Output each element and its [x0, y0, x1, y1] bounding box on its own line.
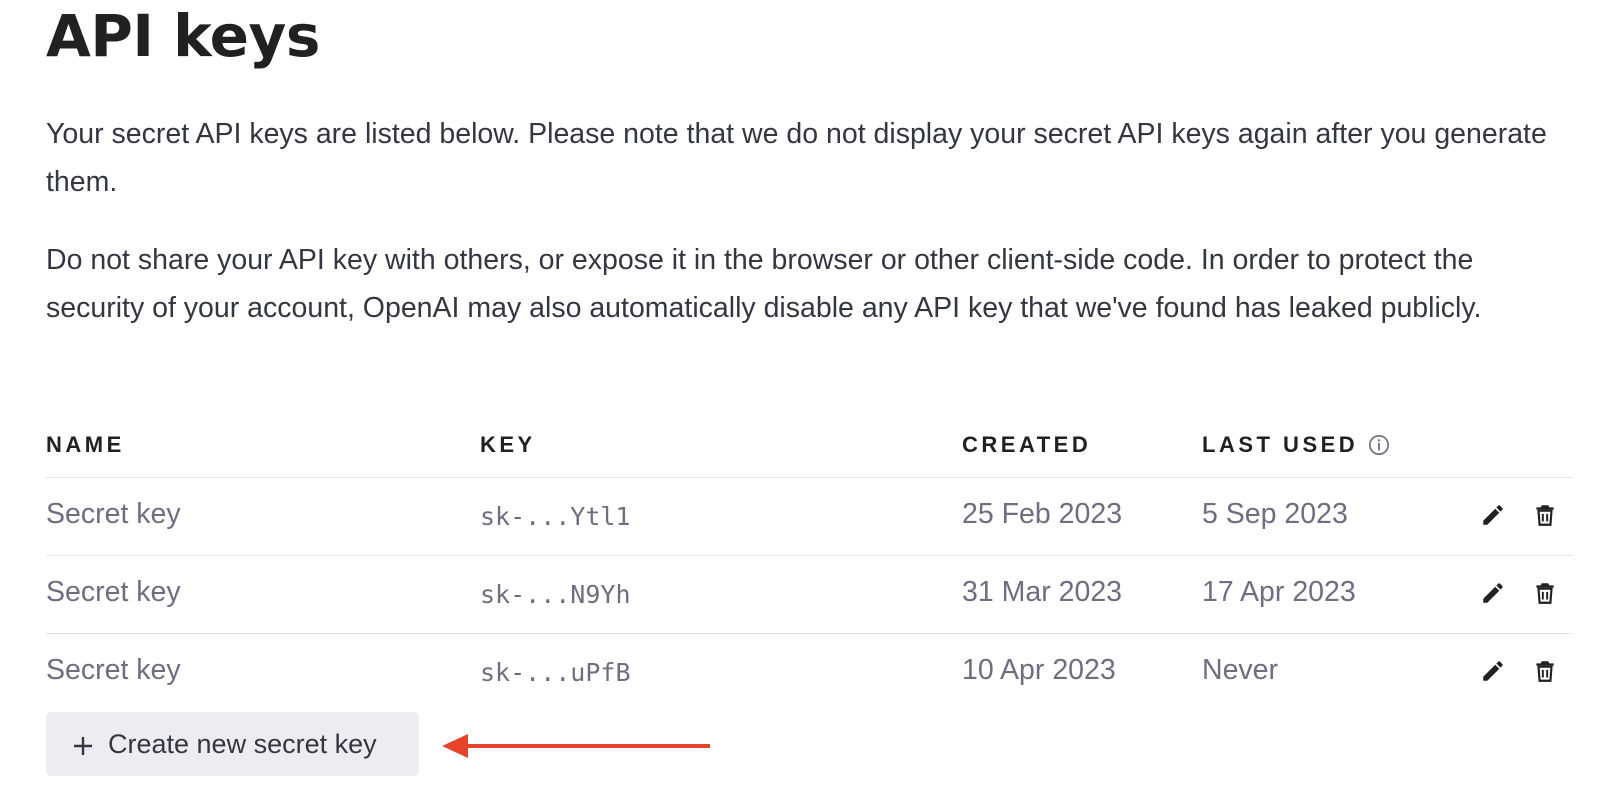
pencil-icon[interactable]: [1480, 502, 1506, 528]
key-value: sk-...N9Yh: [480, 580, 631, 609]
key-name: Secret key: [46, 654, 181, 686]
pencil-icon[interactable]: [1480, 658, 1506, 684]
table-header: NAME KEY CREATED LAST USED: [46, 408, 1572, 478]
row-actions: [1480, 502, 1558, 528]
header-key: KEY: [480, 432, 536, 457]
table-row: Secret key sk-...N9Yh 31 Mar 2023 17 Apr…: [46, 556, 1572, 634]
key-value: sk-...Ytl1: [480, 502, 631, 531]
create-secret-key-label: Create new secret key: [108, 728, 377, 759]
row-actions: [1480, 658, 1558, 684]
api-keys-table: NAME KEY CREATED LAST USED Secret key sk…: [46, 408, 1572, 712]
key-name: Secret key: [46, 498, 181, 530]
header-name: NAME: [46, 432, 125, 457]
key-last-used: 5 Sep 2023: [1202, 498, 1348, 530]
trash-icon[interactable]: [1532, 502, 1558, 528]
key-created: 10 Apr 2023: [962, 654, 1116, 686]
row-actions: [1480, 580, 1558, 606]
table-row: Secret key sk-...Ytl1 25 Feb 2023 5 Sep …: [46, 478, 1572, 556]
key-created: 25 Feb 2023: [962, 498, 1123, 530]
page-title: API keys: [46, 2, 320, 70]
plus-icon: [72, 733, 94, 755]
key-value: sk-...uPfB: [480, 658, 631, 687]
key-created: 31 Mar 2023: [962, 576, 1123, 608]
annotation-arrow: [442, 734, 710, 758]
header-last-used: LAST USED: [1202, 432, 1390, 458]
header-last-used-label: LAST USED: [1202, 432, 1359, 457]
trash-icon[interactable]: [1532, 658, 1558, 684]
info-icon[interactable]: [1368, 434, 1390, 456]
trash-icon[interactable]: [1532, 580, 1558, 606]
create-secret-key-button[interactable]: Create new secret key: [46, 712, 419, 776]
security-warning-text: Do not share your API key with others, o…: [46, 244, 1482, 324]
table-row: Secret key sk-...uPfB 10 Apr 2023 Never: [46, 634, 1572, 712]
key-name: Secret key: [46, 576, 181, 608]
key-last-used: 17 Apr 2023: [1202, 576, 1356, 608]
pencil-icon[interactable]: [1480, 580, 1506, 606]
header-created: CREATED: [962, 432, 1092, 457]
intro-text: Your secret API keys are listed below. P…: [46, 118, 1547, 198]
key-last-used: Never: [1202, 654, 1279, 686]
